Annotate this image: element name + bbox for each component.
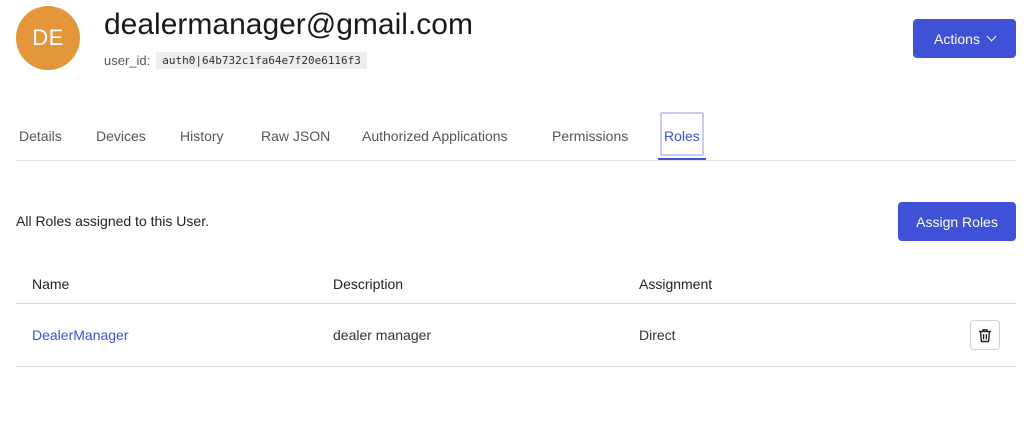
tab-devices[interactable]: Devices xyxy=(96,112,146,160)
roles-table: Name Description Assignment DealerManage… xyxy=(16,264,1016,367)
tab-bar: Details Devices History Raw JSON Authori… xyxy=(16,112,1016,161)
tab-permissions[interactable]: Permissions xyxy=(552,112,628,160)
table-row: DealerManager dealer manager Direct xyxy=(16,304,1016,367)
tab-focus-ring xyxy=(660,112,704,156)
tab-roles[interactable]: Roles xyxy=(658,112,706,160)
avatar-initials: DE xyxy=(32,25,64,50)
tab-raw-json[interactable]: Raw JSON xyxy=(261,112,330,160)
active-tab-indicator xyxy=(658,158,706,160)
role-name-link[interactable]: DealerManager xyxy=(32,327,129,343)
tab-history[interactable]: History xyxy=(180,112,224,160)
page-title: dealermanager@gmail.com xyxy=(104,8,473,41)
trash-icon xyxy=(979,328,991,342)
role-description: dealer manager xyxy=(333,327,432,343)
tab-label: Permissions xyxy=(552,128,629,144)
user-id-row: user_id: auth0|64b732c1fa64e7f20e6116f3 xyxy=(104,52,367,69)
assign-roles-button[interactable]: Assign Roles xyxy=(898,202,1016,241)
assign-roles-label: Assign Roles xyxy=(916,213,998,230)
remove-role-button[interactable] xyxy=(970,320,1000,350)
column-header-assignment: Assignment xyxy=(639,276,713,292)
roles-description: All Roles assigned to this User. xyxy=(16,213,209,229)
tab-label: Authorized Applications xyxy=(362,128,508,144)
tab-label: Details xyxy=(19,128,62,144)
tab-label: Devices xyxy=(96,128,146,144)
column-header-name: Name xyxy=(32,276,70,292)
table-header: Name Description Assignment xyxy=(16,264,1016,304)
user-id-label: user_id: xyxy=(104,53,151,68)
column-header-description: Description xyxy=(333,276,404,292)
tab-authorized-applications[interactable]: Authorized Applications xyxy=(362,112,508,160)
tab-label: Raw JSON xyxy=(261,128,331,144)
user-id-value[interactable]: auth0|64b732c1fa64e7f20e6116f3 xyxy=(156,52,367,69)
avatar: DE xyxy=(16,6,80,70)
actions-button[interactable]: Actions xyxy=(913,19,1016,58)
chevron-down-icon xyxy=(986,31,997,42)
actions-button-label: Actions xyxy=(934,30,980,47)
role-assignment: Direct xyxy=(639,327,676,343)
tab-label: History xyxy=(180,128,224,144)
tab-details[interactable]: Details xyxy=(19,112,62,160)
